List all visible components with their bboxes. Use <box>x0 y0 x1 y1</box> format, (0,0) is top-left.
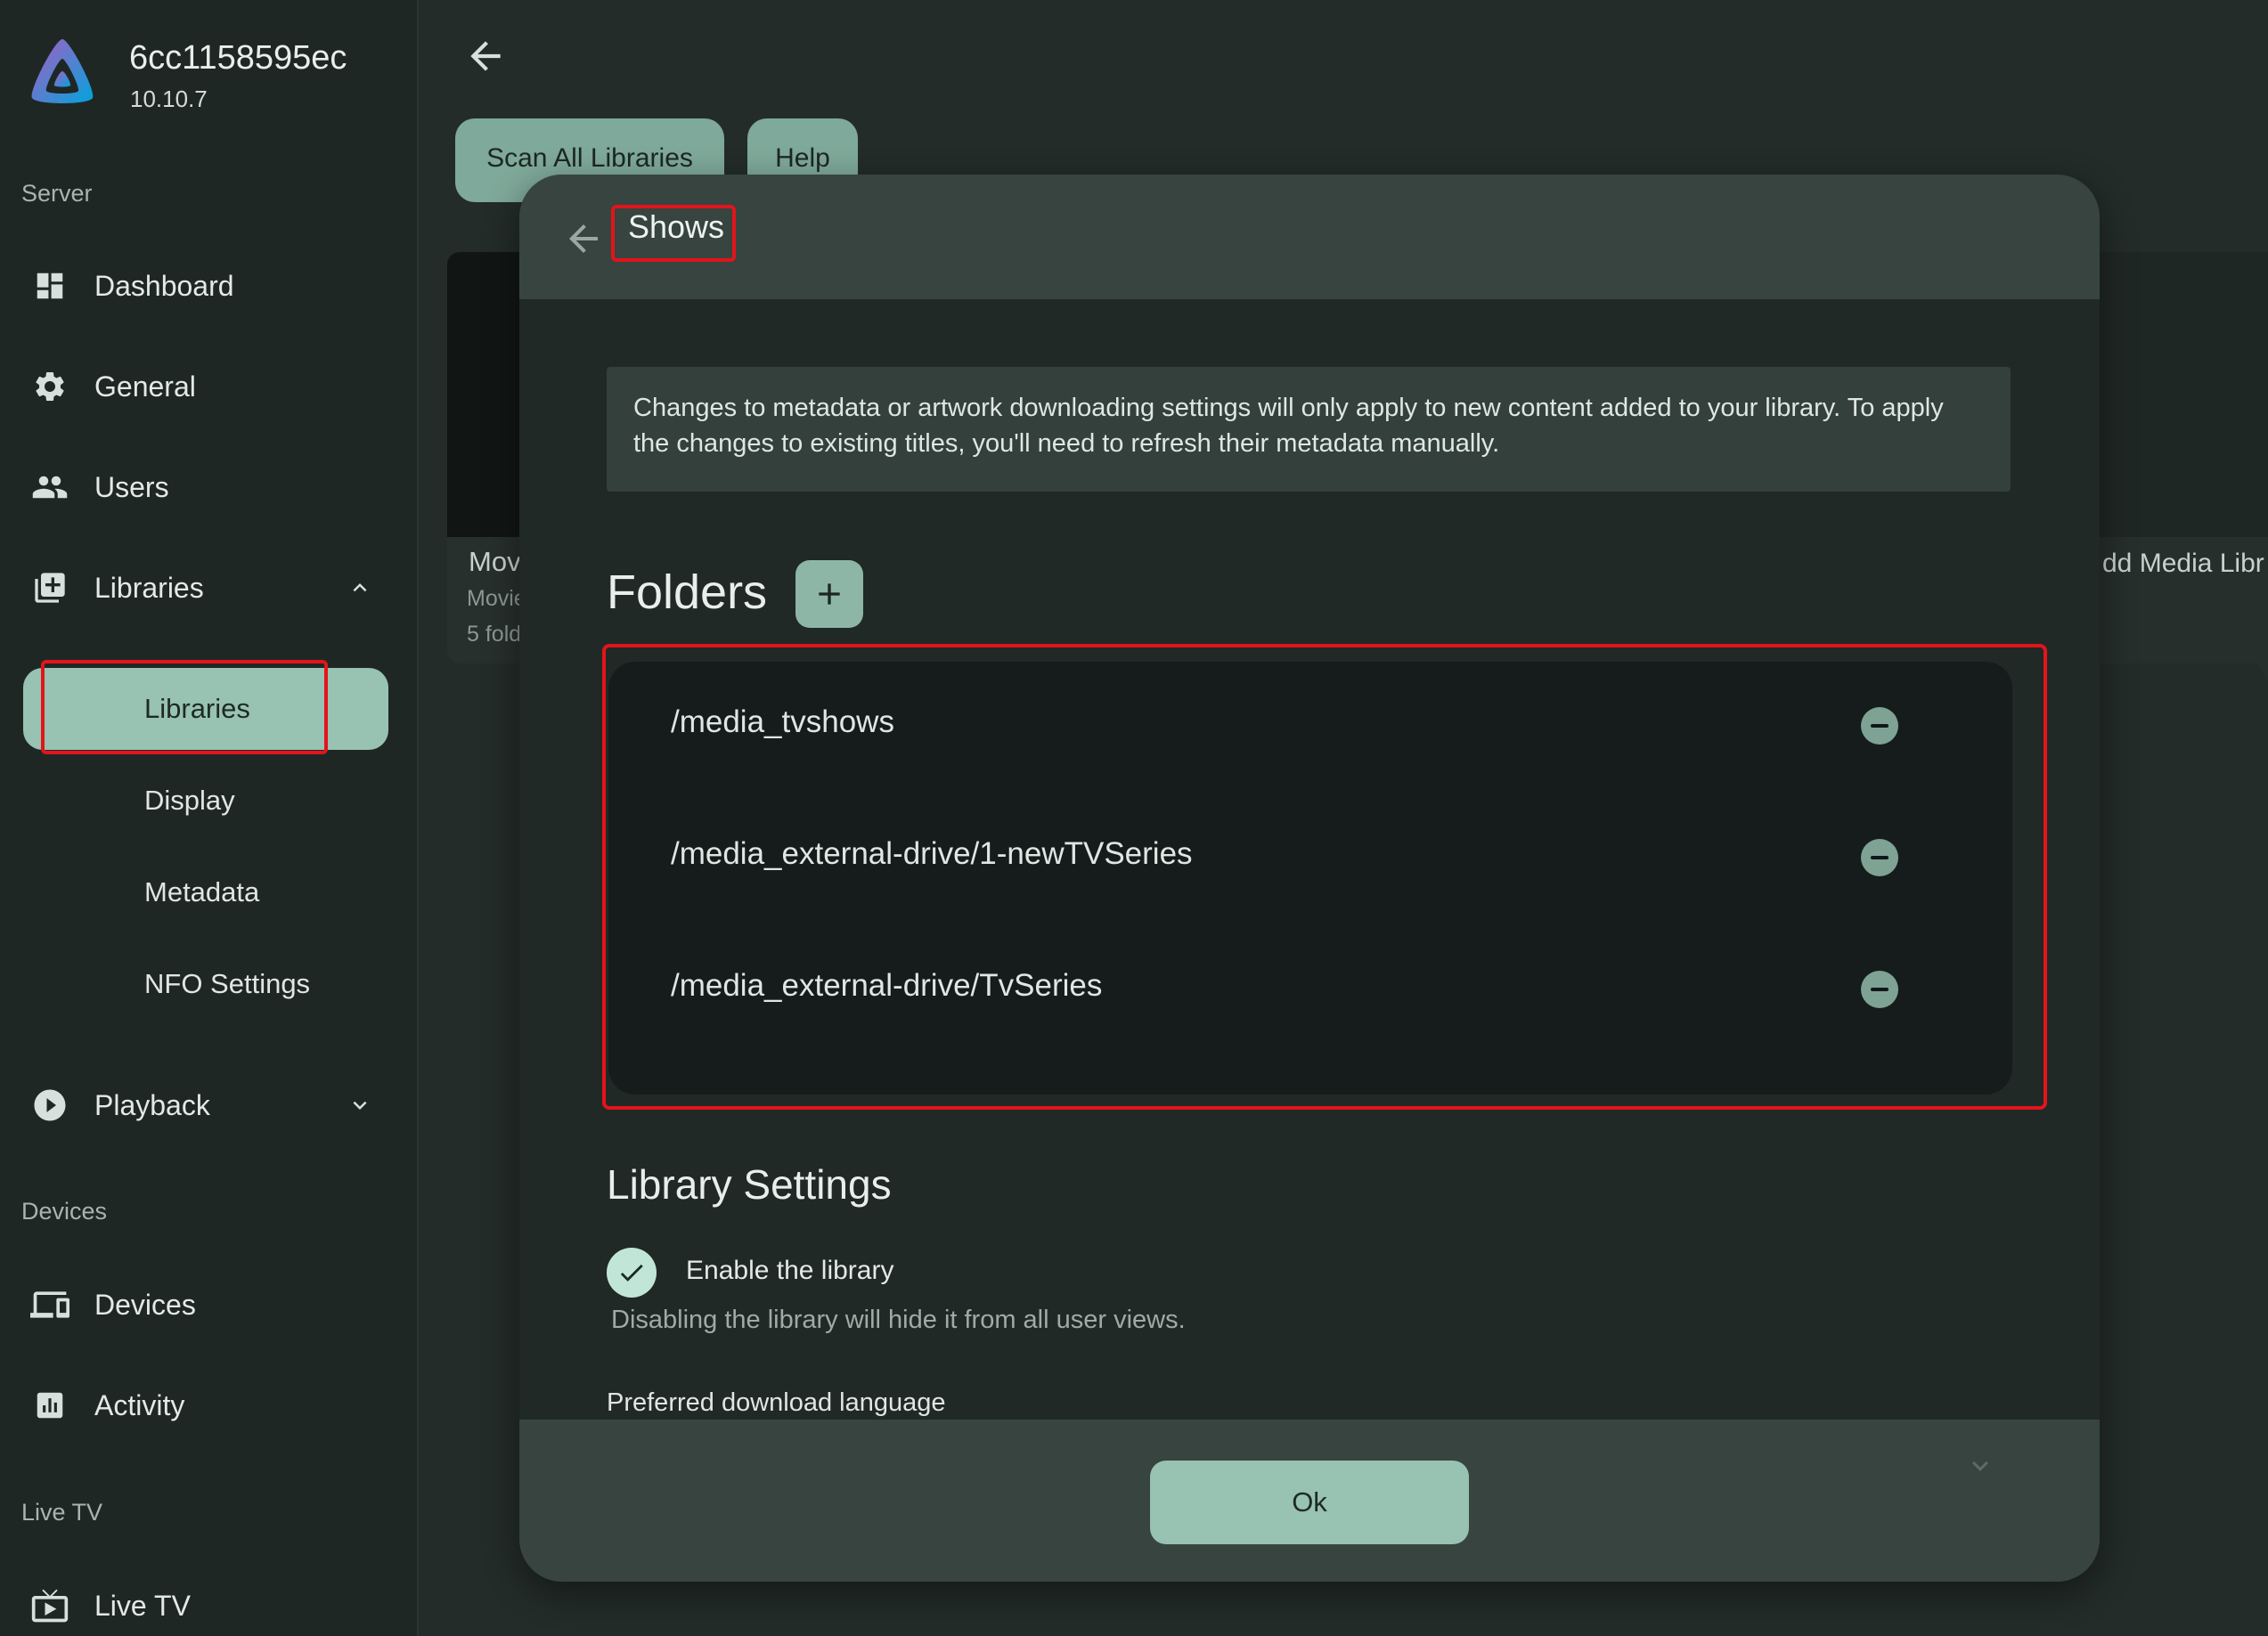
section-live-tv: Live TV <box>21 1499 103 1526</box>
sidebar-subitem-label: Display <box>144 785 235 816</box>
activity-chart-icon <box>30 1386 69 1425</box>
sidebar-item-general[interactable]: General <box>0 355 419 418</box>
plus-icon <box>819 583 840 605</box>
sidebar-item-label: Users <box>94 470 169 503</box>
sidebar-item-devices[interactable]: Devices <box>0 1274 419 1336</box>
sidebar-item-label: Dashboard <box>94 269 234 302</box>
server-version: 10.10.7 <box>130 85 208 112</box>
sidebar-subitem-metadata[interactable]: Metadata <box>23 851 388 933</box>
checkmark-icon <box>620 1264 643 1282</box>
chevron-down-icon <box>342 1087 378 1123</box>
highlight-box-folders <box>602 644 2047 1110</box>
highlight-box-libraries <box>41 660 328 754</box>
sidebar-item-label: Live TV <box>94 1589 191 1622</box>
sidebar-subitem-nfo-settings[interactable]: NFO Settings <box>23 943 388 1025</box>
sidebar-subitem-label: NFO Settings <box>144 968 311 999</box>
sidebar-item-label: Activity <box>94 1388 185 1421</box>
live-tv-icon <box>30 1586 69 1625</box>
dialog-header <box>519 175 2100 299</box>
add-media-library-card[interactable]: dd Media Libr <box>2100 252 2268 702</box>
server-name: 6cc1158595ec <box>129 39 347 77</box>
add-folder-button[interactable] <box>795 560 863 628</box>
metadata-notice: Changes to metadata or artwork downloadi… <box>607 367 2011 492</box>
sidebar-item-activity[interactable]: Activity <box>0 1374 419 1437</box>
sidebar-subitem-label: Metadata <box>144 876 260 908</box>
play-circle-icon <box>30 1086 69 1125</box>
section-server: Server <box>21 180 93 207</box>
sidebar-item-label: Devices <box>94 1288 196 1321</box>
users-icon <box>30 468 69 507</box>
dialog-back-arrow-icon[interactable] <box>562 217 605 260</box>
library-card-title: Mov <box>469 546 521 577</box>
sidebar-item-label: Libraries <box>94 571 204 604</box>
enable-library-label: Enable the library <box>686 1256 894 1285</box>
add-circle-icon <box>2256 595 2268 702</box>
library-card-type: Movie <box>467 586 526 611</box>
gear-icon <box>30 367 69 406</box>
sidebar-item-users[interactable]: Users <box>0 456 419 518</box>
add-library-thumbnail <box>2100 252 2268 537</box>
enable-library-checkbox[interactable] <box>607 1248 657 1298</box>
back-arrow-icon[interactable] <box>463 34 508 78</box>
ok-button[interactable]: Ok <box>1150 1461 1469 1544</box>
chevron-up-icon <box>342 570 378 606</box>
dashboard-icon <box>30 266 69 305</box>
sidebar-subitem-display[interactable]: Display <box>23 760 388 842</box>
library-add-icon <box>30 568 69 607</box>
sidebar-item-label: General <box>94 370 196 403</box>
sidebar-item-live-tv[interactable]: Live TV <box>0 1575 419 1636</box>
add-media-library-label: dd Media Libr <box>2102 549 2264 578</box>
library-settings-heading: Library Settings <box>607 1161 892 1208</box>
library-card-folders: 5 fold <box>467 622 522 647</box>
jellyfin-logo-icon <box>31 39 94 103</box>
devices-icon <box>30 1285 69 1324</box>
chevron-down-icon[interactable] <box>1964 1450 1996 1482</box>
preferred-language-label: Preferred download language <box>607 1388 946 1417</box>
section-devices: Devices <box>21 1198 108 1225</box>
sidebar: 6cc1158595ec 10.10.7 Server Dashboard Ge… <box>0 0 419 1636</box>
sidebar-item-dashboard[interactable]: Dashboard <box>0 255 419 317</box>
library-editor-dialog: Shows Changes to metadata or artwork dow… <box>519 175 2100 1582</box>
sidebar-item-label: Playback <box>94 1088 210 1121</box>
sidebar-item-playback[interactable]: Playback <box>0 1074 419 1136</box>
highlight-box-title <box>611 205 736 262</box>
enable-library-help: Disabling the library will hide it from … <box>611 1306 1186 1334</box>
sidebar-item-libraries[interactable]: Libraries <box>0 557 419 619</box>
folders-heading: Folders <box>607 566 768 619</box>
